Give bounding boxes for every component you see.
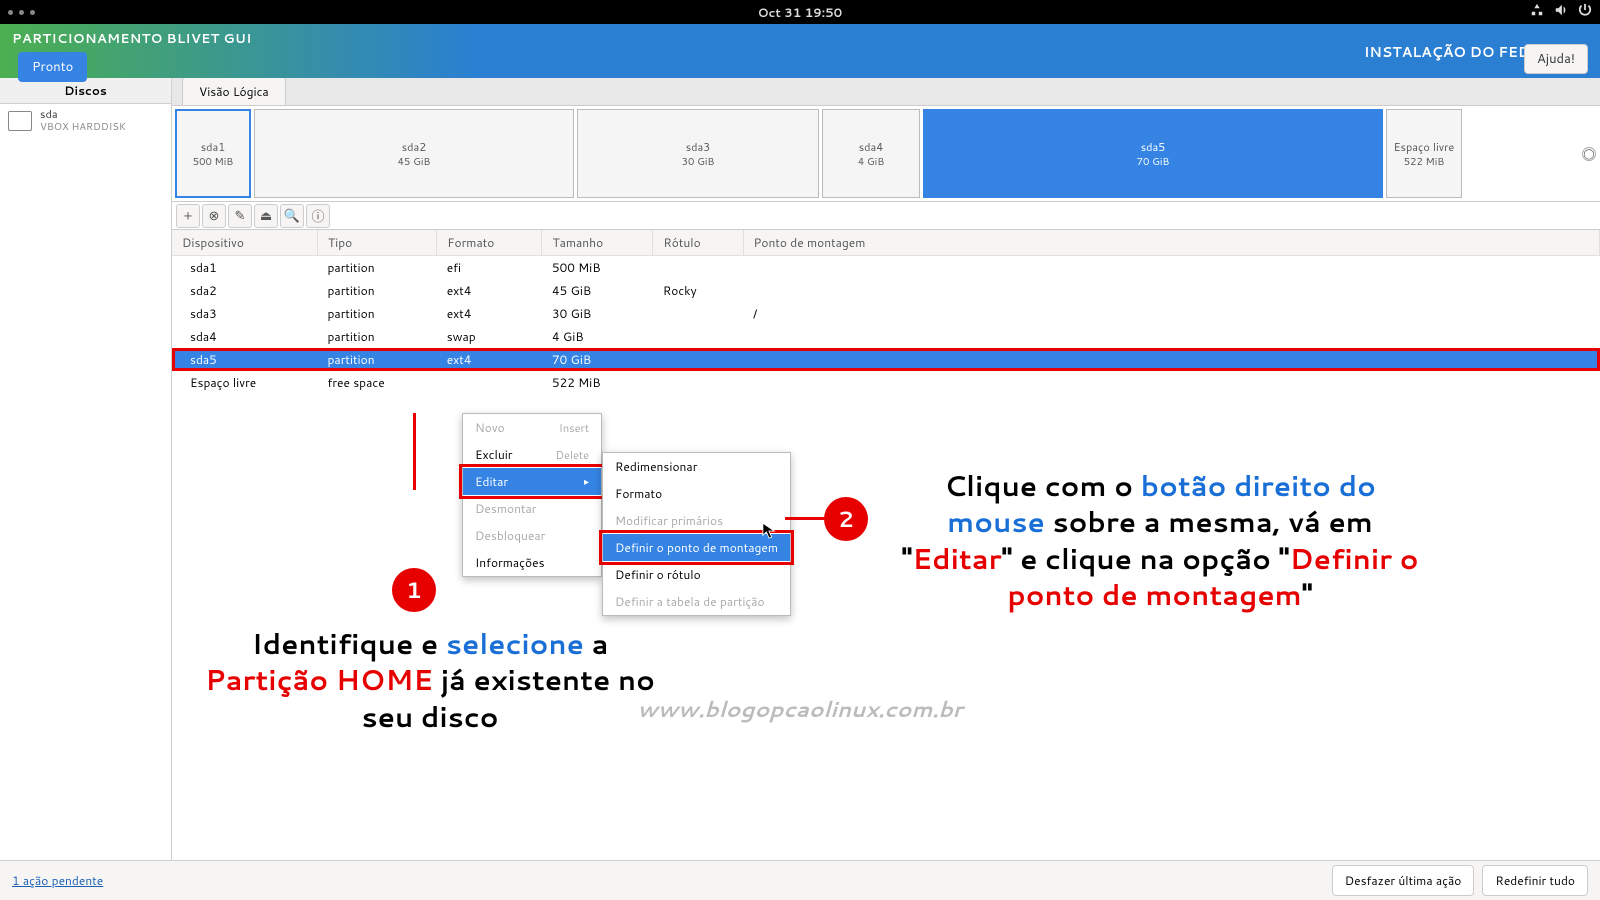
- ctx-unlock: Desbloquear: [463, 522, 601, 549]
- ctx-set-label[interactable]: Definir o rótulo: [603, 561, 790, 588]
- partition-table: Dispositivo Tipo Formato Tamanho Rótulo …: [172, 230, 1600, 394]
- ctx-set-parttable: Definir a tabela de partição: [603, 588, 790, 615]
- undo-button[interactable]: Desfazer última ação: [1332, 865, 1475, 896]
- col-type[interactable]: Tipo: [318, 230, 437, 256]
- col-device[interactable]: Dispositivo: [172, 230, 318, 256]
- clock[interactable]: Oct 31 19:50: [758, 4, 843, 21]
- reset-button[interactable]: Redefinir tudo: [1482, 865, 1588, 896]
- ctx-edit[interactable]: Editar▸: [463, 468, 601, 495]
- col-size[interactable]: Tamanho: [542, 230, 653, 256]
- ctx-format[interactable]: Formato: [603, 480, 790, 507]
- ctx-new: NovoInsert: [463, 414, 601, 441]
- partition-block-sda3[interactable]: sda330 GiB: [577, 109, 819, 198]
- table-row[interactable]: sda4partitionswap4 GiB: [172, 325, 1600, 348]
- annotation-text-1: Identifique e selecione a Partição HOME …: [180, 626, 680, 735]
- col-label[interactable]: Rótulo: [653, 230, 743, 256]
- col-mount[interactable]: Ponto de montagem: [743, 230, 1600, 256]
- annotation-badge-2: 2: [824, 497, 868, 541]
- annotation-connector-1: [413, 413, 416, 490]
- help-button[interactable]: Ajuda!: [1524, 44, 1588, 74]
- partition-block-sda2[interactable]: sda245 GiB: [254, 109, 574, 198]
- add-button[interactable]: +: [176, 204, 200, 228]
- installer-header: PARTICIONAMENTO BLIVET GUI INSTALAÇÃO DO…: [0, 24, 1600, 78]
- done-button[interactable]: Pronto: [18, 52, 87, 82]
- disk-model: VBOX HARDDISK: [40, 121, 126, 133]
- ctx-info[interactable]: Informações: [463, 549, 601, 576]
- power-icon[interactable]: [1578, 3, 1592, 21]
- mouse-cursor-icon: [762, 522, 776, 540]
- decrypt-button[interactable]: 🔍: [280, 204, 304, 228]
- tab-logical-view[interactable]: Visão Lógica: [182, 77, 286, 105]
- ctx-delete[interactable]: ExcluirDelete: [463, 441, 601, 468]
- expand-toggle-icon[interactable]: ◯: [1582, 147, 1596, 161]
- disks-sidebar: Discos sda VBOX HARDDISK: [0, 78, 172, 860]
- gnome-top-bar: Oct 31 19:50: [0, 0, 1600, 24]
- col-format[interactable]: Formato: [437, 230, 542, 256]
- unmount-button[interactable]: ⏏: [254, 204, 278, 228]
- ctx-unmount: Desmontar: [463, 495, 601, 522]
- volume-icon[interactable]: [1554, 3, 1568, 21]
- disk-item-sda[interactable]: sda VBOX HARDDISK: [0, 104, 171, 137]
- partition-block-Espaço-livre[interactable]: Espaço livre522 MiB: [1386, 109, 1462, 198]
- annotation-connector-2: [785, 517, 825, 520]
- activities-dots[interactable]: [8, 10, 35, 15]
- table-row[interactable]: sda1partitionefi500 MiB: [172, 256, 1600, 280]
- annotation-text-2: Clique com o botão direito do mouse sobr…: [895, 468, 1425, 614]
- edit-button[interactable]: ✎: [228, 204, 252, 228]
- bottom-bar: 1 ação pendente Desfazer última ação Red…: [0, 860, 1600, 900]
- table-row[interactable]: sda2partitionext445 GiBRocky: [172, 279, 1600, 302]
- watermark: www.blogopcaolinux.com.br: [637, 694, 962, 725]
- table-row[interactable]: sda3partitionext430 GiB/: [172, 302, 1600, 325]
- harddisk-icon: [8, 111, 32, 131]
- view-tabs: Visão Lógica: [172, 78, 1600, 106]
- context-menu: NovoInsert ExcluirDelete Editar▸ Desmont…: [462, 413, 602, 577]
- pending-actions-link[interactable]: 1 ação pendente: [12, 872, 103, 889]
- remove-button[interactable]: ⊗: [202, 204, 226, 228]
- partition-toolbar: + ⊗ ✎ ⏏ 🔍 ⓘ: [172, 202, 1600, 230]
- partition-block-sda1[interactable]: sda1500 MiB: [175, 109, 251, 198]
- table-row[interactable]: sda5partitionext470 GiB: [172, 348, 1600, 371]
- network-icon[interactable]: [1530, 3, 1544, 21]
- annotation-badge-1: 1: [392, 568, 436, 612]
- partition-block-sda5[interactable]: sda570 GiB: [923, 109, 1383, 198]
- page-title: PARTICIONAMENTO BLIVET GUI: [12, 30, 252, 48]
- partition-block-sda4[interactable]: sda44 GiB: [822, 109, 920, 198]
- table-row[interactable]: Espaço livrefree space522 MiB: [172, 371, 1600, 394]
- ctx-resize[interactable]: Redimensionar: [603, 453, 790, 480]
- info-button[interactable]: ⓘ: [306, 204, 330, 228]
- partition-map: sda1500 MiBsda245 GiBsda330 GiBsda44 GiB…: [172, 106, 1600, 202]
